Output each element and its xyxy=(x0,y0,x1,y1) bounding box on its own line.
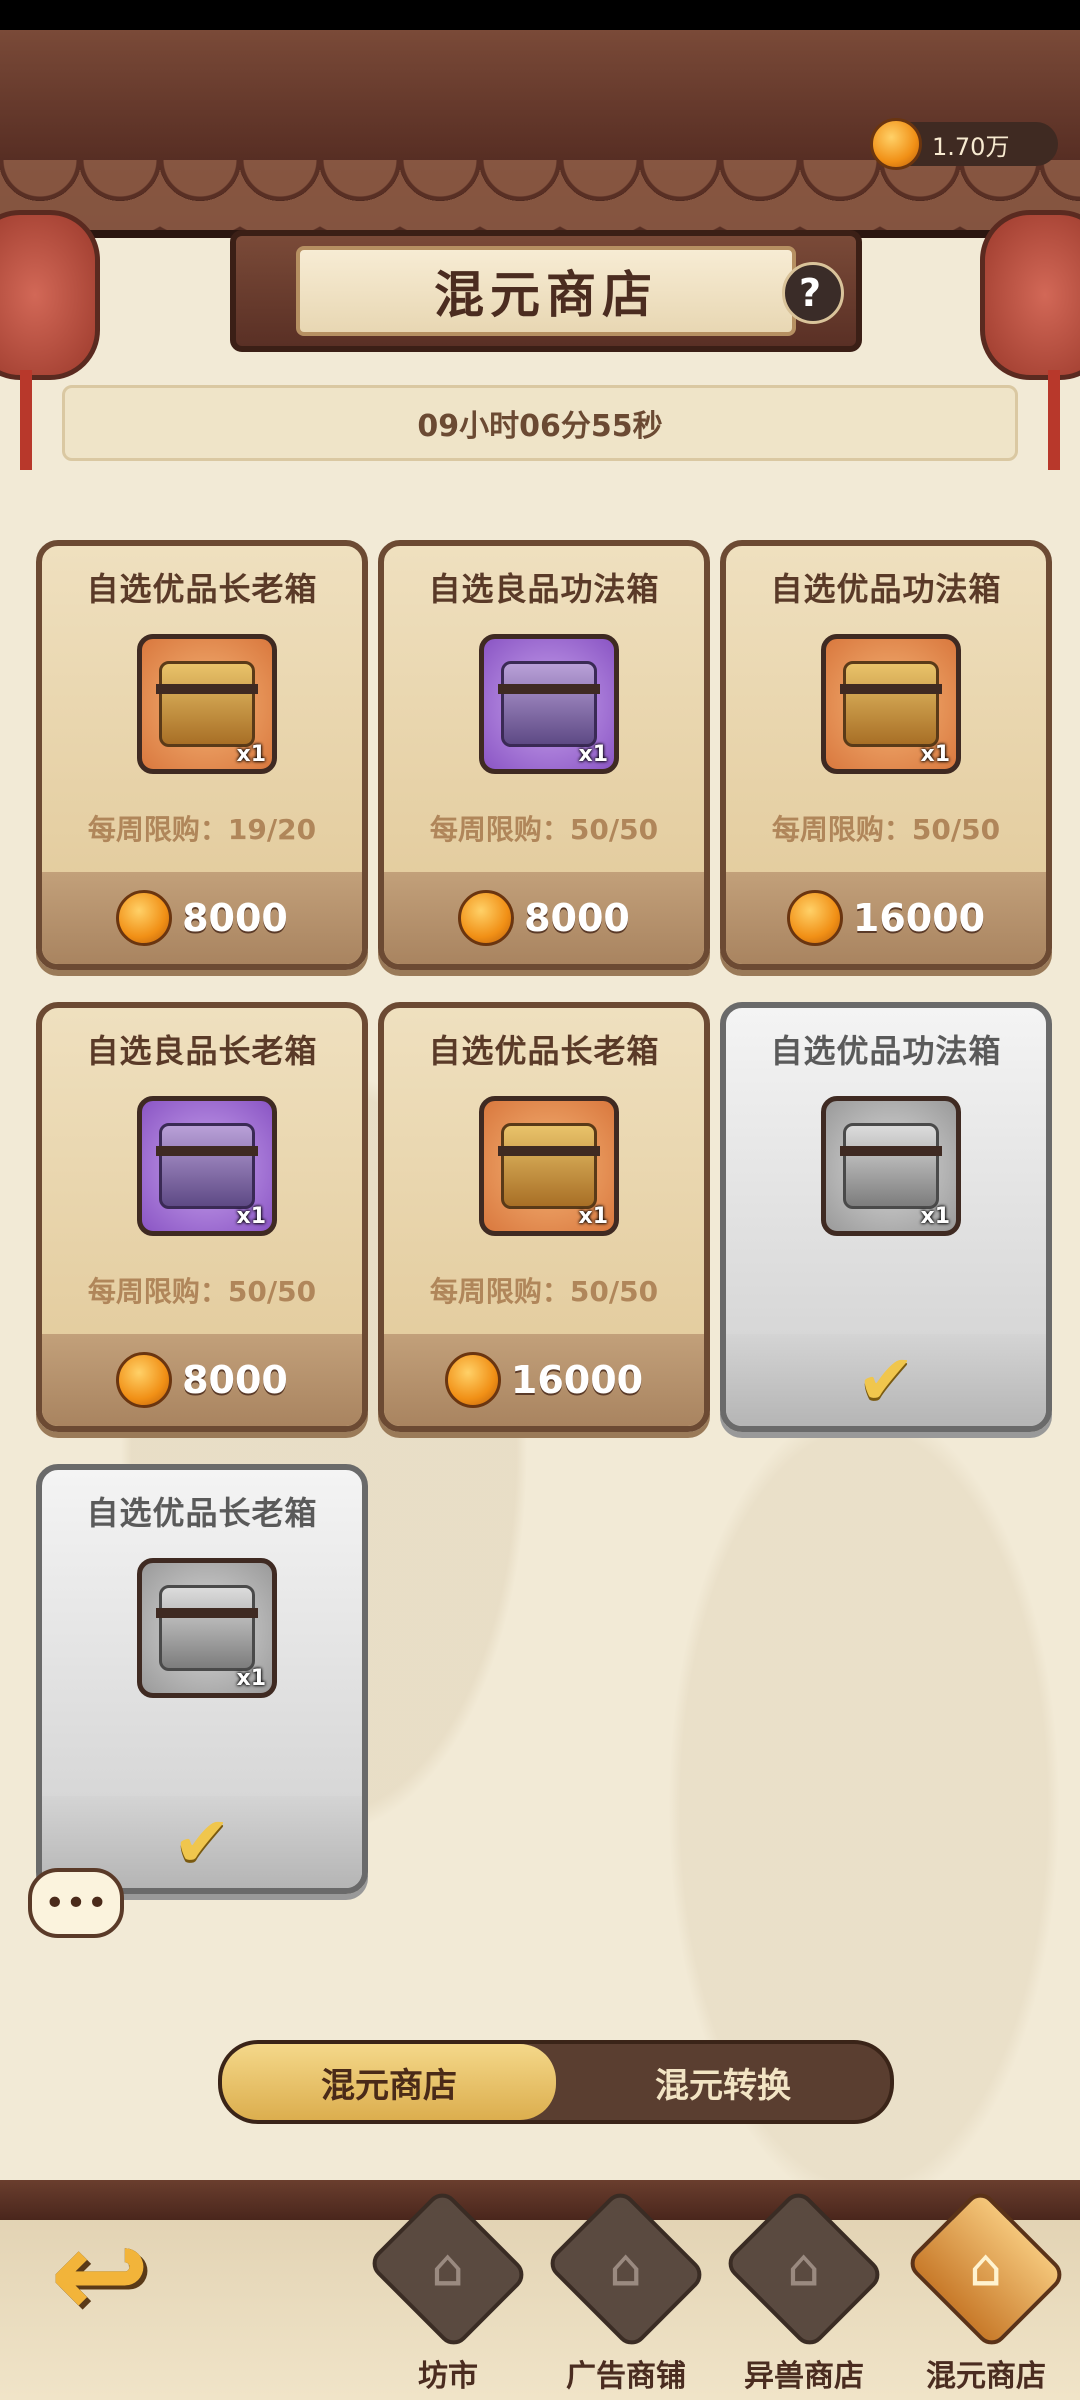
item-title: 自选优品功法箱 xyxy=(770,1032,1002,1070)
help-icon[interactable]: ? xyxy=(782,262,844,324)
coin-icon xyxy=(458,890,515,946)
buy-button[interactable]: 16000 xyxy=(726,872,1046,964)
tab-hunyuan-shop[interactable]: 混元商店 xyxy=(222,2044,556,2120)
item-qty: x1 xyxy=(578,1204,609,1229)
nav-item-beast-shop[interactable]: ⌂ 异兽商店 xyxy=(721,2186,887,2395)
item-title: 自选优品长老箱 xyxy=(86,1494,318,1532)
currency-display[interactable]: 1.70万 xyxy=(870,118,1058,170)
ad-shop-icon: ⌂ xyxy=(543,2186,709,2352)
item-qty: x1 xyxy=(236,742,267,767)
purchased-indicator: ✔ xyxy=(726,1334,1046,1426)
check-icon: ✔ xyxy=(172,1801,232,1883)
purchase-limit: 每周限购：50/50 xyxy=(87,1275,317,1308)
shop-item-card[interactable]: 自选优品长老箱 x1 每周限购：50/50 16000 xyxy=(378,1002,710,1432)
item-title: 自选优品长老箱 xyxy=(86,570,318,608)
item-icon-frame: x1 xyxy=(821,1096,961,1236)
nav-item-ad-shop[interactable]: ⌂ 广告商铺 xyxy=(543,2186,709,2395)
nav-label: 坊市 xyxy=(418,2359,478,2394)
skill-chest-icon xyxy=(840,661,942,747)
item-price: 8000 xyxy=(524,896,630,940)
page-title: 混元商店 xyxy=(434,266,658,324)
check-icon: ✔ xyxy=(856,1339,916,1421)
coin-icon xyxy=(444,1352,501,1408)
shop-item-card-purchased: 自选优品长老箱 x1 ✔ xyxy=(36,1464,368,1894)
item-icon-frame: x1 xyxy=(137,1558,277,1698)
back-arrow-icon[interactable]: ↩ xyxy=(30,2206,170,2345)
coin-icon xyxy=(116,1352,173,1408)
nav-label: 广告商铺 xyxy=(566,2359,686,2394)
item-title: 自选良品长老箱 xyxy=(86,1032,318,1070)
title-banner: 混元商店 ? xyxy=(230,230,862,352)
nav-label: 混元商店 xyxy=(926,2359,1046,2394)
lantern-right-icon xyxy=(980,210,1080,380)
shop-item-card[interactable]: 自选优品长老箱 x1 每周限购：19/20 8000 xyxy=(36,540,368,970)
item-qty: x1 xyxy=(236,1204,267,1229)
shop-item-card[interactable]: 自选优品功法箱 x1 每周限购：50/50 16000 xyxy=(720,540,1052,970)
item-price: 16000 xyxy=(510,1358,644,1402)
buy-button[interactable]: 8000 xyxy=(384,872,704,964)
item-title: 自选优品长老箱 xyxy=(428,1032,660,1070)
item-title: 自选优品功法箱 xyxy=(770,570,1002,608)
tab-hunyuan-convert[interactable]: 混元转换 xyxy=(556,2044,890,2120)
item-price: 8000 xyxy=(182,896,288,940)
item-qty: x1 xyxy=(920,742,951,767)
elder-chest-icon xyxy=(156,1123,258,1209)
item-title: 自选良品功法箱 xyxy=(428,570,660,608)
item-price: 8000 xyxy=(182,1358,288,1402)
purchase-limit: 每周限购：50/50 xyxy=(429,813,659,846)
item-icon-frame: x1 xyxy=(137,1096,277,1236)
tassel-right xyxy=(1048,370,1060,470)
skill-chest-icon xyxy=(840,1123,942,1209)
elder-chest-icon xyxy=(156,661,258,747)
shop-tabs: 混元商店 混元转换 xyxy=(218,2040,894,2124)
elder-chest-icon xyxy=(156,1585,258,1671)
purchase-limit: 每周限购：50/50 xyxy=(771,813,1001,846)
buy-button[interactable]: 8000 xyxy=(42,1334,362,1426)
beast-shop-icon: ⌂ xyxy=(721,2186,887,2352)
shop-item-card[interactable]: 自选良品长老箱 x1 每周限购：50/50 8000 xyxy=(36,1002,368,1432)
nav-label: 异兽商店 xyxy=(744,2359,864,2394)
hunyuan-shop-icon: ⌂ xyxy=(903,2186,1069,2352)
status-bar xyxy=(0,0,1080,30)
currency-amount: 1.70万 xyxy=(932,132,1010,161)
item-icon-frame: x1 xyxy=(137,634,277,774)
shop-item-card-purchased: 自选优品功法箱 x1 ✔ xyxy=(720,1002,1052,1432)
item-price: 16000 xyxy=(852,896,986,940)
nav-item-market[interactable]: ⌂ 坊市 xyxy=(365,2186,531,2395)
tassel-left xyxy=(20,370,32,470)
market-icon: ⌂ xyxy=(365,2186,531,2352)
item-icon-frame: x1 xyxy=(479,634,619,774)
refresh-timer: 09小时06分55秒 xyxy=(62,385,1018,461)
item-icon-frame: x1 xyxy=(821,634,961,774)
lantern-left-icon xyxy=(0,210,100,380)
item-qty: x1 xyxy=(578,742,609,767)
coin-icon xyxy=(116,890,173,946)
elder-chest-icon xyxy=(498,1123,600,1209)
coin-icon xyxy=(870,118,922,170)
item-icon-frame: x1 xyxy=(479,1096,619,1236)
item-qty: x1 xyxy=(920,1204,951,1229)
buy-button[interactable]: 8000 xyxy=(42,872,362,964)
purchase-limit: 每周限购：50/50 xyxy=(429,1275,659,1308)
chat-icon[interactable]: ••• xyxy=(28,1868,124,1938)
coin-icon xyxy=(786,890,843,946)
purchase-limit: 每周限购：19/20 xyxy=(87,813,317,846)
buy-button[interactable]: 16000 xyxy=(384,1334,704,1426)
shop-item-card[interactable]: 自选良品功法箱 x1 每周限购：50/50 8000 xyxy=(378,540,710,970)
nav-item-hunyuan-shop[interactable]: ⌂ 混元商店 xyxy=(903,2186,1069,2395)
skill-chest-icon xyxy=(498,661,600,747)
item-qty: x1 xyxy=(236,1666,267,1691)
